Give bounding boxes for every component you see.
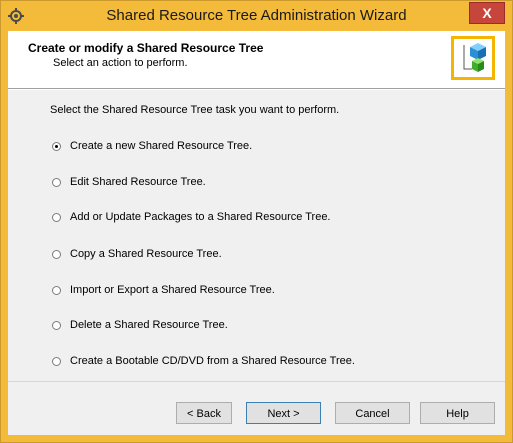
option-label: Add or Update Packages to a Shared Resou… xyxy=(70,211,331,223)
page-title: Create or modify a Shared Resource Tree xyxy=(28,41,264,55)
radio-button[interactable] xyxy=(52,285,61,295)
cubes-icon xyxy=(463,43,486,72)
footer-divider xyxy=(8,381,505,382)
radio-button[interactable] xyxy=(52,141,61,151)
wizard-client: Create or modify a Shared Resource Tree … xyxy=(8,31,505,435)
option-copy[interactable]: Copy a Shared Resource Tree. xyxy=(52,247,222,261)
page-subtitle: Select an action to perform. xyxy=(53,57,188,69)
option-import-export[interactable]: Import or Export a Shared Resource Tree. xyxy=(52,283,275,297)
option-add-update[interactable]: Add or Update Packages to a Shared Resou… xyxy=(52,210,331,224)
option-delete[interactable]: Delete a Shared Resource Tree. xyxy=(52,318,228,332)
header-separator xyxy=(8,89,505,90)
option-label: Create a Bootable CD/DVD from a Shared R… xyxy=(70,355,355,367)
radio-button[interactable] xyxy=(52,212,61,222)
option-bootable[interactable]: Create a Bootable CD/DVD from a Shared R… xyxy=(52,354,355,368)
resource-tree-icon xyxy=(451,36,495,80)
wizard-window: Shared Resource Tree Administration Wiza… xyxy=(0,0,513,443)
option-label: Edit Shared Resource Tree. xyxy=(70,176,206,188)
option-label: Copy a Shared Resource Tree. xyxy=(70,248,222,260)
window-title: Shared Resource Tree Administration Wiza… xyxy=(106,7,407,24)
radio-button[interactable] xyxy=(52,356,61,366)
next-button[interactable]: Next > xyxy=(246,402,321,424)
title-bar[interactable]: Shared Resource Tree Administration Wiza… xyxy=(1,1,512,31)
radio-button[interactable] xyxy=(52,177,61,187)
back-button[interactable]: < Back xyxy=(176,402,232,424)
cancel-button[interactable]: Cancel xyxy=(335,402,410,424)
radio-button[interactable] xyxy=(52,249,61,259)
radio-button[interactable] xyxy=(52,320,61,330)
option-edit[interactable]: Edit Shared Resource Tree. xyxy=(52,175,206,189)
option-label: Delete a Shared Resource Tree. xyxy=(70,319,228,331)
wizard-header: Create or modify a Shared Resource Tree … xyxy=(8,31,505,89)
task-prompt: Select the Shared Resource Tree task you… xyxy=(50,104,340,116)
help-button[interactable]: Help xyxy=(420,402,495,424)
option-label: Import or Export a Shared Resource Tree. xyxy=(70,284,275,296)
option-create[interactable]: Create a new Shared Resource Tree. xyxy=(52,139,252,153)
option-label: Create a new Shared Resource Tree. xyxy=(70,140,253,152)
close-button[interactable]: X xyxy=(469,2,505,24)
